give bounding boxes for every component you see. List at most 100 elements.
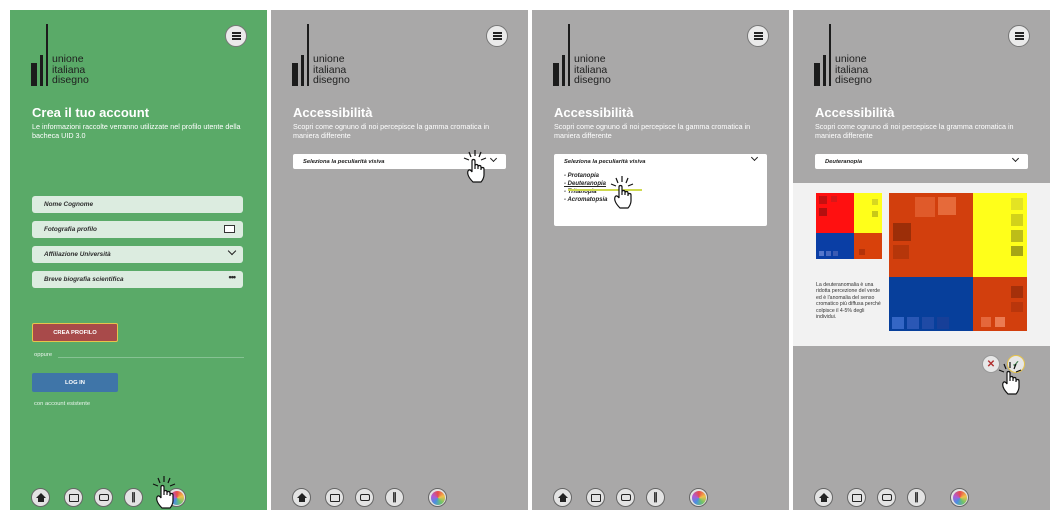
nav-home[interactable] — [31, 488, 50, 507]
uid-logo: unione italiana disegno — [814, 24, 904, 86]
board-icon — [851, 493, 862, 502]
option-protanopia[interactable]: - Protanopia — [564, 173, 599, 179]
nav-home[interactable] — [814, 488, 833, 507]
confirm-button[interactable]: ✓ — [1007, 355, 1025, 373]
home-icon — [557, 493, 568, 502]
menu-button[interactable] — [747, 25, 769, 47]
nav-board[interactable] — [325, 488, 344, 507]
close-icon: ✕ — [986, 358, 996, 370]
login-button[interactable]: LOG IN — [32, 373, 118, 392]
close-button[interactable]: ✕ — [982, 355, 1000, 373]
option-acromatopsia[interactable]: - Acromatopsia — [564, 197, 607, 203]
menu-icon — [231, 32, 241, 40]
bottom-nav: ∥ — [31, 488, 191, 510]
menu-button[interactable] — [1008, 25, 1030, 47]
nav-attach[interactable]: ∥ — [646, 488, 665, 507]
nav-attach[interactable]: ∥ — [907, 488, 926, 507]
nav-chat[interactable] — [355, 488, 374, 507]
screen-accessibility-dropdown: unione italiana disegno Accessibilità Sc… — [532, 10, 789, 510]
board-icon — [590, 493, 601, 502]
bio-field[interactable]: Breve biografia scientifica ••• — [32, 271, 243, 288]
bottom-nav: ∥ — [292, 488, 452, 510]
color-wheel-icon — [952, 490, 967, 505]
bottom-nav: ∥ — [553, 488, 713, 510]
nav-home[interactable] — [553, 488, 572, 507]
logo-word-3: disegno — [574, 74, 611, 86]
screen-accessibility-result: unione italiana disegno Accessibilità Sc… — [793, 10, 1050, 510]
home-icon — [296, 493, 307, 502]
photo-field-placeholder: Fotografia profilo — [44, 226, 97, 233]
logo-word-1: unione — [835, 53, 867, 65]
page-title: Accessibilità — [554, 105, 634, 120]
nav-attach[interactable]: ∥ — [124, 488, 143, 507]
highlight-underline — [568, 189, 642, 191]
menu-icon — [1014, 32, 1024, 40]
attachment-icon: ∥ — [914, 492, 919, 503]
board-icon — [329, 493, 340, 502]
divider — [58, 357, 244, 358]
attachment-icon: ∥ — [131, 492, 136, 503]
color-wheel-icon — [430, 490, 445, 505]
bio-placeholder: Breve biografia scientifica — [44, 276, 124, 283]
nav-attach[interactable]: ∥ — [385, 488, 404, 507]
affiliation-select[interactable]: Affiliazione Università — [32, 246, 243, 263]
affiliation-placeholder: Affiliazione Università — [44, 251, 111, 258]
menu-icon — [492, 32, 502, 40]
home-icon — [818, 493, 829, 502]
more-icon[interactable]: ••• — [229, 272, 237, 282]
chat-icon — [620, 494, 631, 501]
nav-chat[interactable] — [616, 488, 635, 507]
page-subtitle: Le informazioni raccolte verranno utiliz… — [32, 122, 241, 140]
nav-board[interactable] — [64, 488, 83, 507]
nav-chat[interactable] — [877, 488, 896, 507]
nav-home[interactable] — [292, 488, 311, 507]
page-title: Crea il tuo account — [32, 105, 150, 120]
nav-accessibility[interactable] — [689, 488, 708, 507]
page-subtitle: Scopri come ognuno di noi percepisce la … — [554, 122, 751, 140]
color-wheel-icon — [691, 490, 706, 505]
vision-select-value: Deuteranopia — [825, 158, 863, 165]
logo-word-3: disegno — [52, 74, 89, 86]
image-icon[interactable] — [224, 225, 235, 233]
nav-board[interactable] — [847, 488, 866, 507]
page-subtitle: Scopri come ognuno di noi percepisce la … — [815, 122, 1014, 140]
logo-word-3: disegno — [835, 74, 872, 86]
uid-logo: unione italiana disegno — [31, 24, 121, 86]
logo-word-1: unione — [52, 53, 84, 65]
menu-button[interactable] — [225, 25, 247, 47]
photo-field[interactable]: Fotografia profilo — [32, 221, 243, 238]
nav-chat[interactable] — [94, 488, 113, 507]
home-icon — [35, 493, 46, 502]
name-field-placeholder: Nome Cognome — [44, 201, 93, 208]
nav-accessibility[interactable] — [950, 488, 969, 507]
attachment-icon: ∥ — [392, 492, 397, 503]
name-field[interactable]: Nome Cognome — [32, 196, 243, 213]
vision-select-placeholder: Seleziona la peculiarità visiva — [303, 158, 385, 165]
page-title: Accessibilità — [293, 105, 373, 120]
nav-board[interactable] — [586, 488, 605, 507]
deuteranopia-description: La deuteranomalia è una ridotta percezio… — [816, 282, 881, 321]
menu-button[interactable] — [486, 25, 508, 47]
uid-logo: unione italiana disegno — [292, 24, 382, 86]
nav-accessibility[interactable] — [167, 488, 186, 507]
create-profile-button[interactable]: CREA PROFILO — [32, 323, 118, 342]
chat-icon — [881, 494, 892, 501]
logo-word-1: unione — [574, 53, 606, 65]
color-wheel-icon — [169, 490, 184, 505]
chevron-down-icon — [1011, 154, 1020, 163]
chevron-down-icon[interactable] — [750, 153, 759, 162]
chevron-down-icon[interactable] — [227, 246, 237, 256]
board-icon — [68, 493, 79, 502]
uid-logo: unione italiana disegno — [553, 24, 643, 86]
color-palette-preview — [793, 183, 1050, 346]
option-deuteranopia[interactable]: - Deuteranopia — [564, 181, 606, 187]
page-subtitle: Scopri come ognuno di noi percepisce la … — [293, 122, 490, 140]
screen-create-account: unione italiana disegno Crea il tuo acco… — [10, 10, 267, 510]
menu-icon — [753, 32, 763, 40]
logo-word-1: unione — [313, 53, 345, 65]
vision-select[interactable]: Deuteranopia — [815, 154, 1028, 169]
check-icon: ✓ — [1012, 358, 1020, 369]
vision-select[interactable]: Seleziona la peculiarità visiva — [293, 154, 506, 169]
bottom-nav: ∥ — [814, 488, 974, 510]
nav-accessibility[interactable] — [428, 488, 447, 507]
